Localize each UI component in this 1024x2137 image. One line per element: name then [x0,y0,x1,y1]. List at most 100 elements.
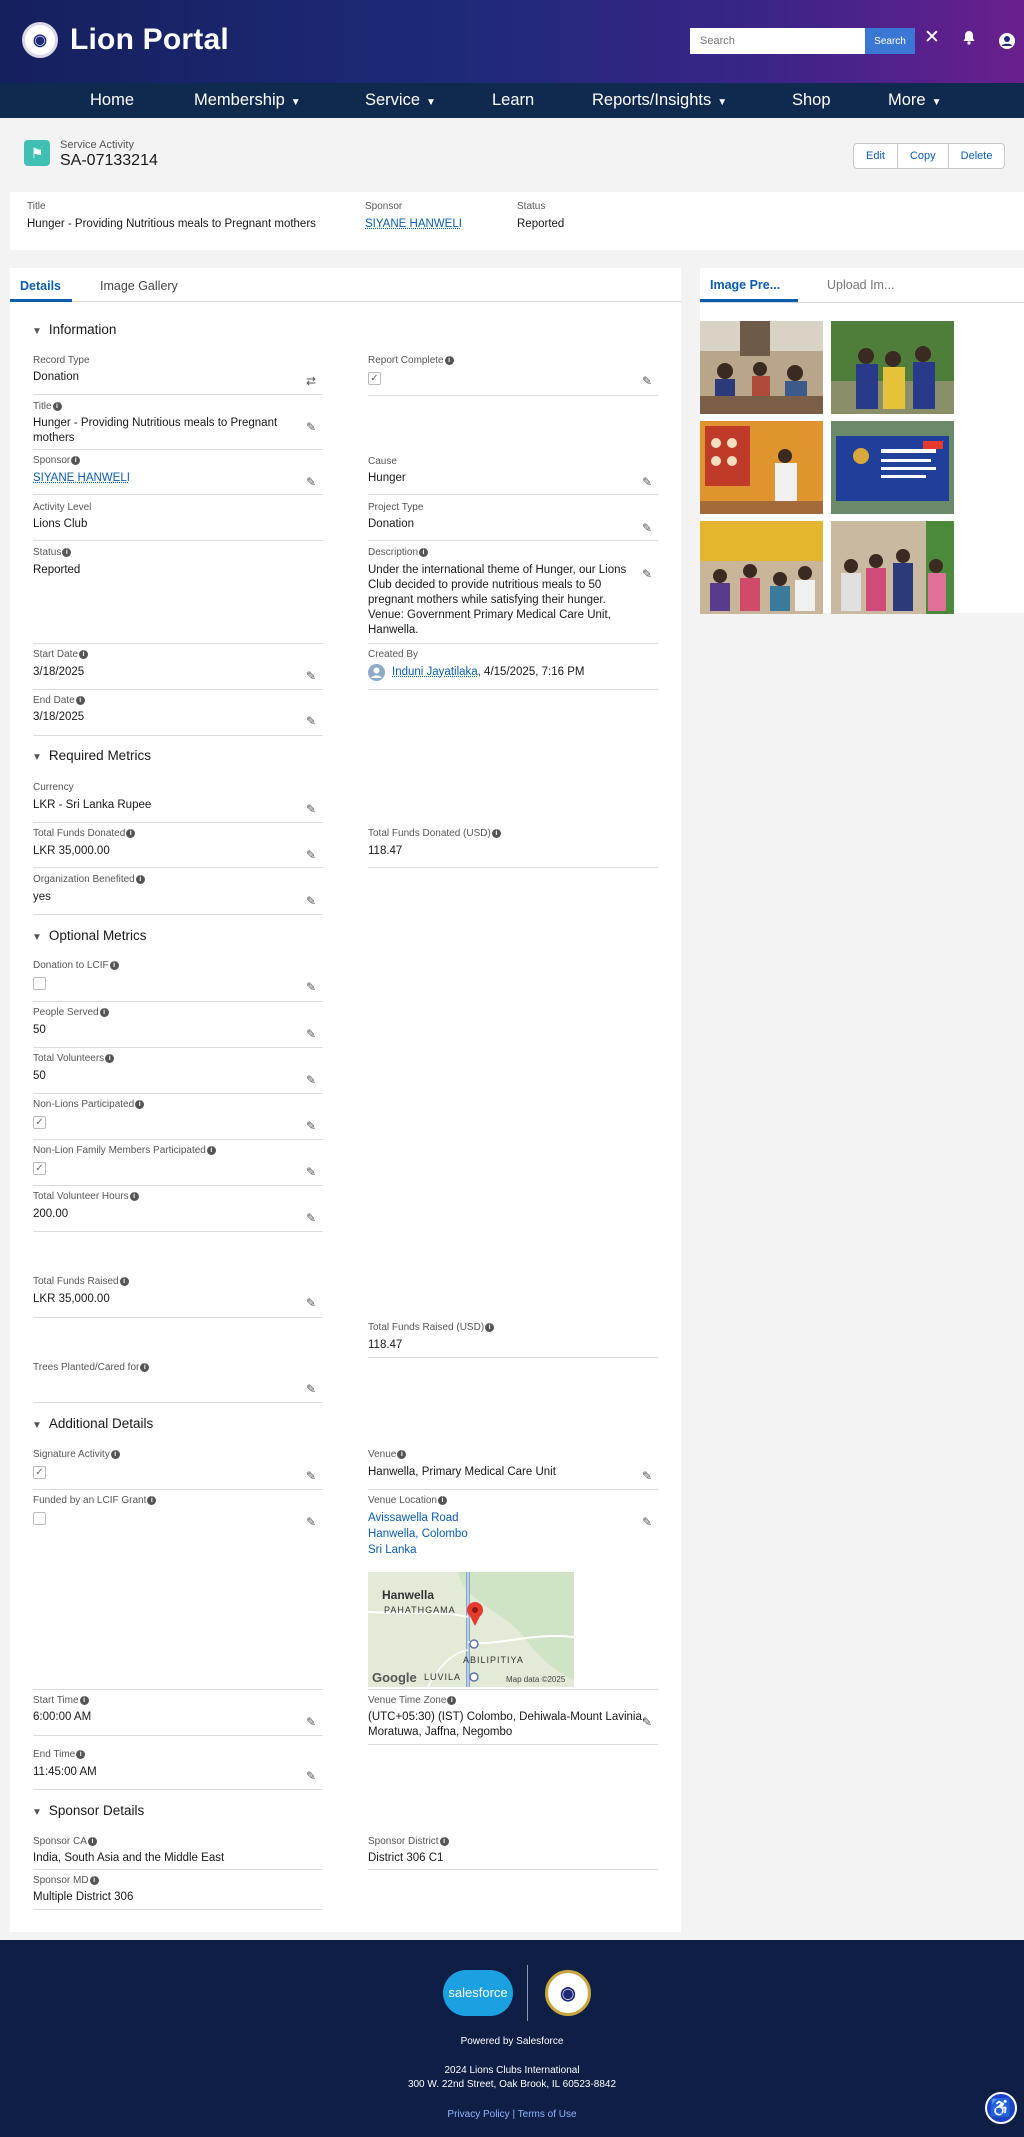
nav-service[interactable]: Service ▼ [365,83,436,118]
edit-pencil-icon[interactable]: ✎ [306,1769,316,1783]
info-icon[interactable]: i [140,1363,150,1372]
edit-pencil-icon[interactable]: ✎ [306,894,316,908]
nav-learn[interactable]: Learn [492,83,534,118]
info-icon[interactable]: i [397,1450,407,1459]
edit-pencil-icon[interactable]: ✎ [642,1515,652,1529]
info-icon[interactable]: i [147,1496,157,1505]
venue-location-line[interactable]: Sri Lanka [368,1543,417,1558]
edit-pencil-icon[interactable]: ✎ [306,1469,316,1483]
info-icon[interactable]: i [62,548,72,557]
edit-pencil-icon[interactable]: ✎ [642,1469,652,1483]
edit-pencil-icon[interactable]: ✎ [642,567,652,581]
info-icon[interactable]: i [52,402,62,411]
info-icon[interactable]: i [110,1450,120,1459]
gallery-image[interactable] [700,321,823,414]
info-icon[interactable]: i [87,1837,97,1846]
divider [33,1317,323,1318]
user-avatar-icon[interactable] [999,33,1015,54]
gallery-image[interactable] [831,521,954,614]
edit-pencil-icon[interactable]: ✎ [306,1119,316,1133]
info-icon[interactable]: i [79,1696,89,1705]
gallery-image[interactable] [700,521,823,614]
sponsor-link[interactable]: SIYANE HANWELI [33,471,130,486]
section-required-metrics[interactable]: ▼ Required Metrics [32,748,151,763]
hl-sponsor-link[interactable]: SIYANE HANWELI [365,218,462,230]
donation-lcif-checkbox [33,977,46,990]
edit-button[interactable]: Edit [854,144,897,168]
info-icon[interactable]: i [71,456,81,465]
search-input[interactable] [690,28,865,54]
info-icon[interactable]: i [105,1054,115,1063]
edit-pencil-icon[interactable]: ✎ [306,848,316,862]
edit-pencil-icon[interactable]: ✎ [306,1715,316,1729]
tab-image-preview[interactable]: Image Pre... [710,278,780,292]
nav-shop[interactable]: Shop [792,83,831,118]
info-icon[interactable]: i [485,1323,495,1332]
created-by-link[interactable]: Induni Jayatilaka [392,666,478,678]
gallery-image[interactable] [831,421,954,514]
info-icon[interactable]: i [437,1496,447,1505]
nav-more[interactable]: More ▼ [888,83,942,118]
gallery-image[interactable] [700,421,823,514]
edit-pencil-icon[interactable]: ✎ [306,980,316,994]
edit-pencil-icon[interactable]: ✎ [306,420,316,434]
info-icon[interactable]: i [75,696,85,705]
edit-pencil-icon[interactable]: ✎ [306,1073,316,1087]
info-icon[interactable]: i [135,875,145,884]
info-icon[interactable]: i [444,356,454,365]
edit-pencil-icon[interactable]: ✎ [642,521,652,535]
section-optional-metrics[interactable]: ▼ Optional Metrics [32,928,146,943]
info-icon[interactable]: i [447,1696,457,1705]
info-icon[interactable]: i [99,1008,109,1017]
edit-pencil-icon[interactable]: ✎ [306,669,316,683]
info-icon[interactable]: i [129,1192,139,1201]
tab-details[interactable]: Details [20,279,61,293]
edit-pencil-icon[interactable]: ✎ [306,1382,316,1396]
accessibility-icon[interactable]: ♿ [985,2092,1017,2124]
venue-location-line[interactable]: Hanwella, Colombo [368,1527,468,1542]
edit-pencil-icon[interactable]: ✎ [306,802,316,816]
edit-pencil-icon[interactable]: ✎ [642,1715,652,1729]
gallery-image[interactable] [831,321,954,414]
edit-pencil-icon[interactable]: ✎ [306,475,316,489]
nav-home[interactable]: Home [90,83,134,118]
section-sponsor-details[interactable]: ▼ Sponsor Details [32,1803,144,1818]
bell-icon[interactable] [962,30,976,48]
record-name: SA-07133214 [60,152,158,169]
edit-pencil-icon[interactable]: ✎ [306,1515,316,1529]
edit-pencil-icon[interactable]: ✎ [306,1296,316,1310]
info-icon[interactable]: i [439,1837,449,1846]
edit-pencil-icon[interactable]: ✎ [306,714,316,728]
info-icon[interactable]: i [79,650,89,659]
nav-reports[interactable]: Reports/Insights ▼ [592,83,727,118]
search-button[interactable]: Search [865,28,915,54]
info-icon[interactable]: i [491,829,501,838]
info-icon[interactable]: i [89,1876,99,1885]
change-record-type-icon[interactable]: ⇄ [306,374,316,388]
section-information[interactable]: ▼ Information [32,322,116,337]
info-icon[interactable]: i [109,961,119,970]
terms-of-use-link[interactable]: Terms of Use [518,2109,577,2120]
privacy-policy-link[interactable]: Privacy Policy [447,2109,509,2120]
edit-pencil-icon[interactable]: ✎ [306,1211,316,1225]
section-additional-details[interactable]: ▼ Additional Details [32,1416,153,1431]
edit-pencil-icon[interactable]: ✎ [306,1165,316,1179]
nav-membership[interactable]: Membership ▼ [194,83,301,118]
tab-image-gallery[interactable]: Image Gallery [100,279,178,293]
info-icon[interactable]: i [126,829,136,838]
copy-button[interactable]: Copy [896,144,948,168]
info-icon[interactable]: i [76,1750,86,1759]
info-icon[interactable]: i [419,548,429,557]
info-icon[interactable]: i [206,1146,216,1155]
portal-logo[interactable]: ◉ Lion Portal [22,22,229,58]
venue-map[interactable]: Hanwella PAHATHGAMA ABILIPITIYA LUVILA G… [368,1572,574,1687]
tab-upload-image[interactable]: Upload Im... [827,278,894,292]
venue-location-line[interactable]: Avissawella Road [368,1511,459,1526]
edit-pencil-icon[interactable]: ✎ [306,1027,316,1041]
info-icon[interactable]: i [119,1277,129,1286]
info-icon[interactable]: i [135,1100,145,1109]
delete-button[interactable]: Delete [947,144,1005,168]
edit-pencil-icon[interactable]: ✎ [642,374,652,388]
edit-pencil-icon[interactable]: ✎ [642,475,652,489]
close-icon[interactable]: ✕ [924,26,940,49]
